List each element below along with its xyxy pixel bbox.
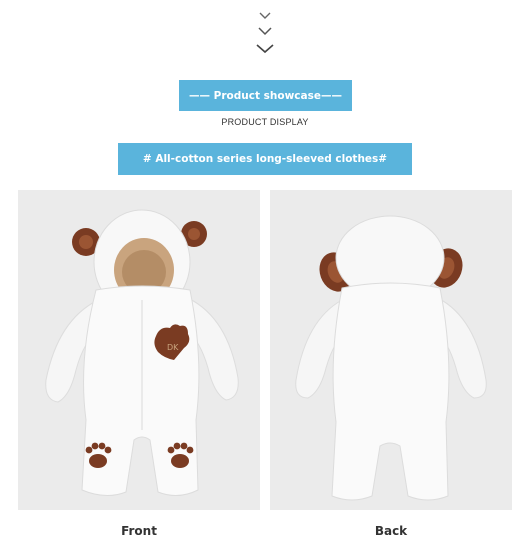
product-showcase-banner: —— Product showcase—— <box>179 80 352 111</box>
back-product-image <box>270 190 512 510</box>
front-caption: Front <box>121 524 157 538</box>
front-product-image: DK <box>18 190 260 510</box>
banner-title: —— Product showcase—— <box>189 89 342 102</box>
series-banner: # All-cotton series long-sleeved clothes… <box>118 143 412 175</box>
back-caption: Back <box>374 524 408 538</box>
badge-text: DK <box>167 343 179 352</box>
series-banner-text: # All-cotton series long-sleeved clothes… <box>142 153 388 165</box>
product-display-subtitle: PRODUCT DISPLAY <box>221 117 309 127</box>
romper-body <box>331 282 450 501</box>
chevron-down-icon <box>256 12 274 54</box>
